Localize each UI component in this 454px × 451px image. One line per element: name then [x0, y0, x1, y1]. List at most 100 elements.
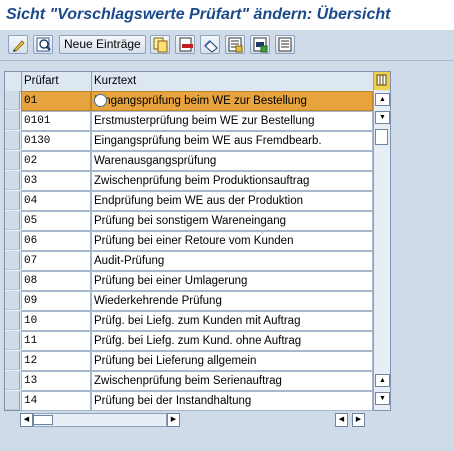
row-selector[interactable] — [5, 331, 20, 350]
kurztext-cell[interactable]: Prüfg. bei Liefg. zum Kunden mit Auftrag — [91, 311, 373, 331]
row-selector[interactable] — [5, 171, 20, 190]
table-row[interactable]: 04 Endprüfung beim WE aus der Produktion — [5, 191, 373, 211]
select-block-button[interactable] — [250, 35, 270, 54]
table-control: Prüfart Kurztext 01 Eingangsprüfung beim … — [4, 71, 391, 411]
select-block-icon — [253, 37, 268, 53]
row-selector[interactable] — [5, 251, 20, 270]
table-row[interactable]: 10 Prüfg. bei Liefg. zum Kunden mit Auftr… — [5, 311, 373, 331]
row-selector[interactable] — [5, 111, 20, 130]
row-selector[interactable] — [5, 351, 20, 370]
change-display-icon — [13, 40, 25, 52]
scroll-down-button[interactable]: ▼ — [375, 392, 390, 405]
scroll-right-button[interactable]: ▶ — [167, 413, 180, 427]
kurztext-cell[interactable]: Prüfung bei Lieferung allgemein — [91, 351, 373, 371]
horizontal-scrollbar-left[interactable] — [33, 413, 167, 427]
pruefart-cell[interactable]: 14 — [21, 391, 91, 411]
pruefart-cell[interactable]: 12 — [21, 351, 91, 371]
pruefart-cell[interactable]: 10 — [21, 311, 91, 331]
pruefart-cell[interactable]: 08 — [21, 271, 91, 291]
delete-button[interactable] — [175, 35, 195, 54]
kurztext-cell[interactable]: Wiederkehrende Prüfung — [91, 291, 373, 311]
row-selector[interactable] — [5, 91, 20, 110]
row-selector[interactable] — [5, 271, 20, 290]
horizontal-scroll-thumb[interactable] — [33, 415, 53, 425]
vertical-scroll-thumb[interactable] — [375, 129, 388, 145]
scroll-up-button[interactable]: ▲ — [375, 93, 390, 106]
table-row[interactable]: 11 Prüfg. bei Liefg. zum Kund. ohne Auftr… — [5, 331, 373, 351]
undo-button[interactable] — [200, 35, 220, 54]
table-row[interactable]: 02 Warenausgangsprüfung — [5, 151, 373, 171]
table-row[interactable]: 0130 Eingangsprüfung beim WE aus Fremdbea… — [5, 131, 373, 151]
pruefart-cell[interactable]: 01 — [21, 91, 91, 111]
table-row[interactable]: 06 Prüfung bei einer Retoure vom Kunden — [5, 231, 373, 251]
scroll-left-button-2[interactable]: ◀ — [335, 413, 348, 427]
column-header-pruefart[interactable]: Prüfart — [21, 72, 91, 91]
kurztext-text: Prüfung bei einer Retoure vom Kunden — [94, 235, 294, 247]
table-settings-button[interactable] — [373, 72, 390, 90]
kurztext-cell[interactable]: Prüfung bei einer Retoure vom Kunden — [91, 231, 373, 251]
table-row[interactable]: 05 Prüfung bei sonstigem Wareneingang — [5, 211, 373, 231]
scroll-page-down-button[interactable]: ▼ — [375, 111, 390, 124]
table-row[interactable]: 03 Zwischenprüfung beim Produktionsauftra… — [5, 171, 373, 191]
kurztext-text: Eingangsprüfung beim WE aus Fremdbearb. — [94, 135, 322, 147]
row-selector[interactable] — [5, 231, 20, 250]
deselect-all-button[interactable] — [275, 35, 295, 54]
pruefart-cell[interactable]: 0130 — [21, 131, 91, 151]
kurztext-cell[interactable]: Erstmusterprüfung beim WE zur Bestellung — [91, 111, 373, 131]
table-row[interactable]: 08 Prüfung bei einer Umlagerung — [5, 271, 373, 291]
kurztext-cell[interactable]: Prüfung bei der Instandhaltung — [91, 391, 373, 411]
kurztext-cell[interactable]: Prüfg. bei Liefg. zum Kund. ohne Auftrag — [91, 331, 373, 351]
scroll-page-up-button[interactable]: ▲ — [375, 374, 390, 387]
select-all-button[interactable] — [225, 35, 245, 54]
kurztext-cell[interactable]: Eingangsprüfung beim WE aus Fremdbearb. — [91, 131, 373, 151]
pruefart-cell[interactable]: 04 — [21, 191, 91, 211]
table-row[interactable]: 09 Wiederkehrende Prüfung — [5, 291, 373, 311]
search-button[interactable] — [33, 35, 53, 54]
table-row[interactable]: 12 Prüfung bei Lieferung allgemein — [5, 351, 373, 371]
table-row[interactable]: 01 Eingangsprüfung beim WE zur Bestellung — [5, 91, 373, 111]
change-display-button[interactable] — [8, 35, 28, 54]
row-selector[interactable] — [5, 371, 20, 390]
kurztext-cell[interactable]: Prüfung bei sonstigem Wareneingang — [91, 211, 373, 231]
copy-button[interactable] — [150, 35, 170, 54]
table-row[interactable]: 0101 Erstmusterprüfung beim WE zur Bestel… — [5, 111, 373, 131]
pruefart-cell[interactable]: 02 — [21, 151, 91, 171]
scroll-left-button[interactable]: ◀ — [20, 413, 33, 427]
row-selector[interactable] — [5, 391, 20, 410]
row-selector[interactable] — [5, 311, 20, 330]
row-selector[interactable] — [5, 131, 20, 150]
pruefart-cell[interactable]: 09 — [21, 291, 91, 311]
table-row[interactable]: 07 Audit-Prüfung — [5, 251, 373, 271]
value-help-icon[interactable] — [94, 94, 107, 107]
pruefart-cell[interactable]: 13 — [21, 371, 91, 391]
new-entries-button[interactable]: Neue Einträge — [59, 35, 146, 54]
pruefart-cell[interactable]: 11 — [21, 331, 91, 351]
vertical-scrollbar[interactable]: ▲ ▼ ▲ ▼ — [373, 91, 390, 410]
row-selector[interactable] — [5, 211, 20, 230]
column-header-kurztext[interactable]: Kurztext — [91, 72, 373, 91]
kurztext-cell[interactable]: Eingangsprüfung beim WE zur Bestellung — [91, 91, 373, 111]
pruefart-cell[interactable]: 05 — [21, 211, 91, 231]
delete-icon — [179, 37, 193, 52]
pruefart-cell[interactable]: 07 — [21, 251, 91, 271]
kurztext-text: Audit-Prüfung — [94, 255, 165, 267]
kurztext-cell[interactable]: Warenausgangsprüfung — [91, 151, 373, 171]
table-row[interactable]: 13 Zwischenprüfung beim Serienauftrag — [5, 371, 373, 391]
undo-icon — [204, 40, 218, 53]
window-title: Sicht "Vorschlagswerte Prüfart" ändern: … — [0, 0, 454, 30]
row-selector[interactable] — [5, 291, 20, 310]
kurztext-text: Prüfg. bei Liefg. zum Kund. ohne Auftrag — [94, 335, 302, 347]
table-row[interactable]: 14 Prüfung bei der Instandhaltung — [5, 391, 373, 411]
kurztext-text: Prüfung bei einer Umlagerung — [94, 275, 248, 287]
row-selector[interactable] — [5, 191, 20, 210]
kurztext-cell[interactable]: Audit-Prüfung — [91, 251, 373, 271]
kurztext-cell[interactable]: Prüfung bei einer Umlagerung — [91, 271, 373, 291]
kurztext-cell[interactable]: Zwischenprüfung beim Produktionsauftrag — [91, 171, 373, 191]
kurztext-cell[interactable]: Zwischenprüfung beim Serienauftrag — [91, 371, 373, 391]
pruefart-cell[interactable]: 0101 — [21, 111, 91, 131]
scroll-right-button-2[interactable]: ▶ — [352, 413, 365, 427]
pruefart-cell[interactable]: 03 — [21, 171, 91, 191]
pruefart-cell[interactable]: 06 — [21, 231, 91, 251]
row-selector[interactable] — [5, 151, 20, 170]
kurztext-cell[interactable]: Endprüfung beim WE aus der Produktion — [91, 191, 373, 211]
